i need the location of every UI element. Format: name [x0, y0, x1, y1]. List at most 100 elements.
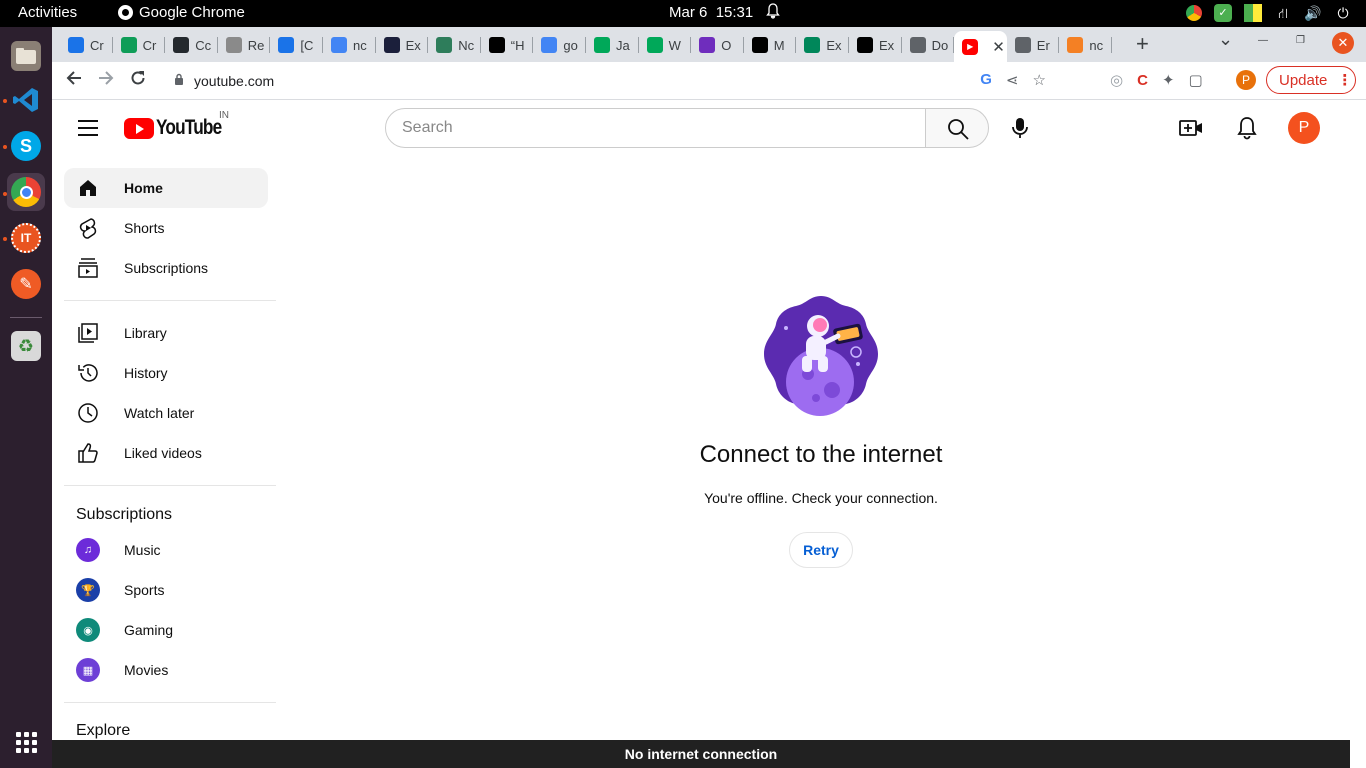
notifications-button[interactable] [1234, 115, 1260, 141]
folder-icon [11, 41, 41, 71]
retry-button[interactable]: Retry [789, 532, 853, 568]
tab[interactable]: Nc [428, 31, 481, 59]
extensions-puzzle-icon[interactable]: ✦ [1162, 71, 1175, 89]
url-text[interactable]: youtube.com [194, 73, 274, 89]
it-icon: IT [11, 223, 41, 253]
tab[interactable]: Ex [796, 31, 849, 59]
guide-item-library[interactable]: Library [64, 313, 268, 353]
dock-trash[interactable]: ♻ [7, 327, 45, 365]
search-button[interactable] [925, 108, 989, 148]
tab-search-chevron-icon[interactable]: ⌄ [1218, 29, 1233, 50]
close-tab-icon[interactable]: ✕ [992, 38, 1005, 56]
activities-button[interactable]: Activities [18, 4, 77, 21]
notification-bell-icon[interactable] [766, 3, 780, 23]
browser-profile-avatar[interactable]: P [1236, 70, 1256, 90]
power-icon[interactable]: ⏻ [1334, 4, 1352, 22]
address-bar[interactable]: youtube.com G ⋖ ☆ [162, 65, 1052, 97]
dock-vscode[interactable] [7, 81, 45, 119]
postman-icon: ✎ [11, 269, 41, 299]
side-panel-icon[interactable]: ▢ [1189, 71, 1203, 89]
chrome-tray-icon[interactable] [1186, 5, 1202, 21]
youtube-play-icon [124, 117, 154, 139]
restore-window-icon[interactable]: ❐ [1296, 35, 1305, 46]
tab[interactable]: nc [1059, 31, 1112, 59]
search-input[interactable] [385, 108, 926, 148]
tab[interactable]: nc [323, 31, 376, 59]
youtube-masthead: YouTube IN P [52, 100, 1366, 156]
favicon-icon [278, 37, 295, 53]
explore-heading: Explore [76, 722, 131, 739]
app-menu[interactable]: Google Chrome [118, 4, 245, 21]
bookmark-star-icon[interactable]: ☆ [1033, 71, 1046, 89]
lock-icon[interactable] [174, 73, 184, 85]
minimize-window-icon[interactable]: — [1258, 35, 1268, 46]
tab-label: O [721, 37, 732, 53]
youtube-favicon-icon: ▶ [962, 38, 979, 55]
dock-it-app[interactable]: IT [7, 219, 45, 257]
share-icon[interactable]: ⋖ [1006, 71, 1019, 89]
guide-divider [64, 702, 276, 703]
new-tab-icon[interactable]: + [1136, 33, 1149, 55]
extension-timer-icon[interactable]: ◎ [1110, 71, 1123, 89]
tab[interactable]: Ex [376, 31, 429, 59]
tab[interactable]: Er [1007, 31, 1060, 59]
extension-c-icon[interactable]: C [1137, 72, 1148, 89]
guide-item-history[interactable]: History [64, 353, 268, 393]
dock-skype[interactable]: S [7, 127, 45, 165]
sports-channel-icon: 🏆 [76, 578, 100, 602]
guide-item-movies[interactable]: ▦ Movies [64, 650, 268, 690]
guide-divider [64, 485, 276, 486]
tab[interactable]: Cc [165, 31, 218, 59]
kebab-menu-icon[interactable]: ⋮ [1337, 71, 1352, 89]
dock-chrome[interactable] [7, 173, 45, 211]
tab[interactable]: M [744, 31, 797, 59]
guide-item-shorts[interactable]: Shorts [64, 208, 268, 248]
reload-icon[interactable] [130, 70, 146, 90]
account-avatar[interactable]: P [1288, 112, 1320, 144]
dock-postman[interactable]: ✎ [7, 265, 45, 303]
tab-label: nc [1089, 37, 1104, 53]
tiles-icon[interactable] [1244, 4, 1262, 22]
back-arrow-icon[interactable] [66, 70, 82, 90]
tab[interactable]: Re [218, 31, 271, 59]
show-applications-icon[interactable] [16, 732, 37, 753]
tab-label: Ex [405, 37, 421, 53]
favicon-icon [594, 37, 610, 53]
guide-item-sports[interactable]: 🏆 Sports [64, 570, 268, 610]
app-name: Google Chrome [139, 4, 245, 21]
guide-item-subscriptions[interactable]: Subscriptions [64, 248, 268, 288]
guide-item-home[interactable]: Home [64, 168, 268, 208]
guide-item-music[interactable]: ♫ Music [64, 530, 268, 570]
dock-files[interactable] [7, 37, 45, 75]
favicon-icon [120, 37, 137, 53]
close-window-icon[interactable]: ✕ [1332, 32, 1354, 54]
tab[interactable]: Ja [586, 31, 639, 59]
tab[interactable]: W [639, 31, 692, 59]
youtube-logo[interactable]: YouTube IN [124, 110, 236, 140]
tab-strip: Cr Cr Cc Re [C nc Ex Nc “H go Ja W O M Ex Ex Do ▶ ✕ Er nc + ⌄ —… [52, 27, 1366, 62]
network-icon[interactable]: ⛙ [1274, 4, 1292, 22]
guide-item-watch-later[interactable]: Watch later [64, 393, 268, 433]
create-video-button[interactable] [1178, 115, 1204, 141]
tab[interactable]: Ex [849, 31, 902, 59]
update-button[interactable]: Update ⋮ [1266, 66, 1356, 94]
shield-check-icon[interactable]: ✓ [1214, 4, 1232, 22]
guide-item-gaming[interactable]: ◉ Gaming [64, 610, 268, 650]
guide-item-liked-videos[interactable]: Liked videos [64, 433, 268, 473]
guide-menu-icon[interactable] [78, 120, 98, 136]
tab[interactable]: Cr [60, 31, 113, 59]
google-translate-icon[interactable]: G [980, 71, 992, 89]
forward-arrow-icon[interactable] [98, 70, 114, 90]
tab[interactable]: O [691, 31, 744, 59]
tab[interactable]: go [533, 31, 586, 59]
volume-icon[interactable]: 🔊 [1304, 4, 1322, 22]
clock[interactable]: Mar 6 15:31 [669, 4, 753, 21]
guide-item-label: Home [124, 180, 163, 196]
tab[interactable]: “H [481, 31, 534, 59]
tab[interactable]: [C [270, 31, 323, 59]
tab-active[interactable]: ▶ ✕ [954, 31, 1007, 62]
voice-search-button[interactable] [1000, 108, 1040, 148]
tab[interactable]: Cr [113, 31, 166, 59]
offline-subtitle: You're offline. Check your connection. [704, 490, 938, 506]
tab[interactable]: Do [902, 31, 955, 59]
